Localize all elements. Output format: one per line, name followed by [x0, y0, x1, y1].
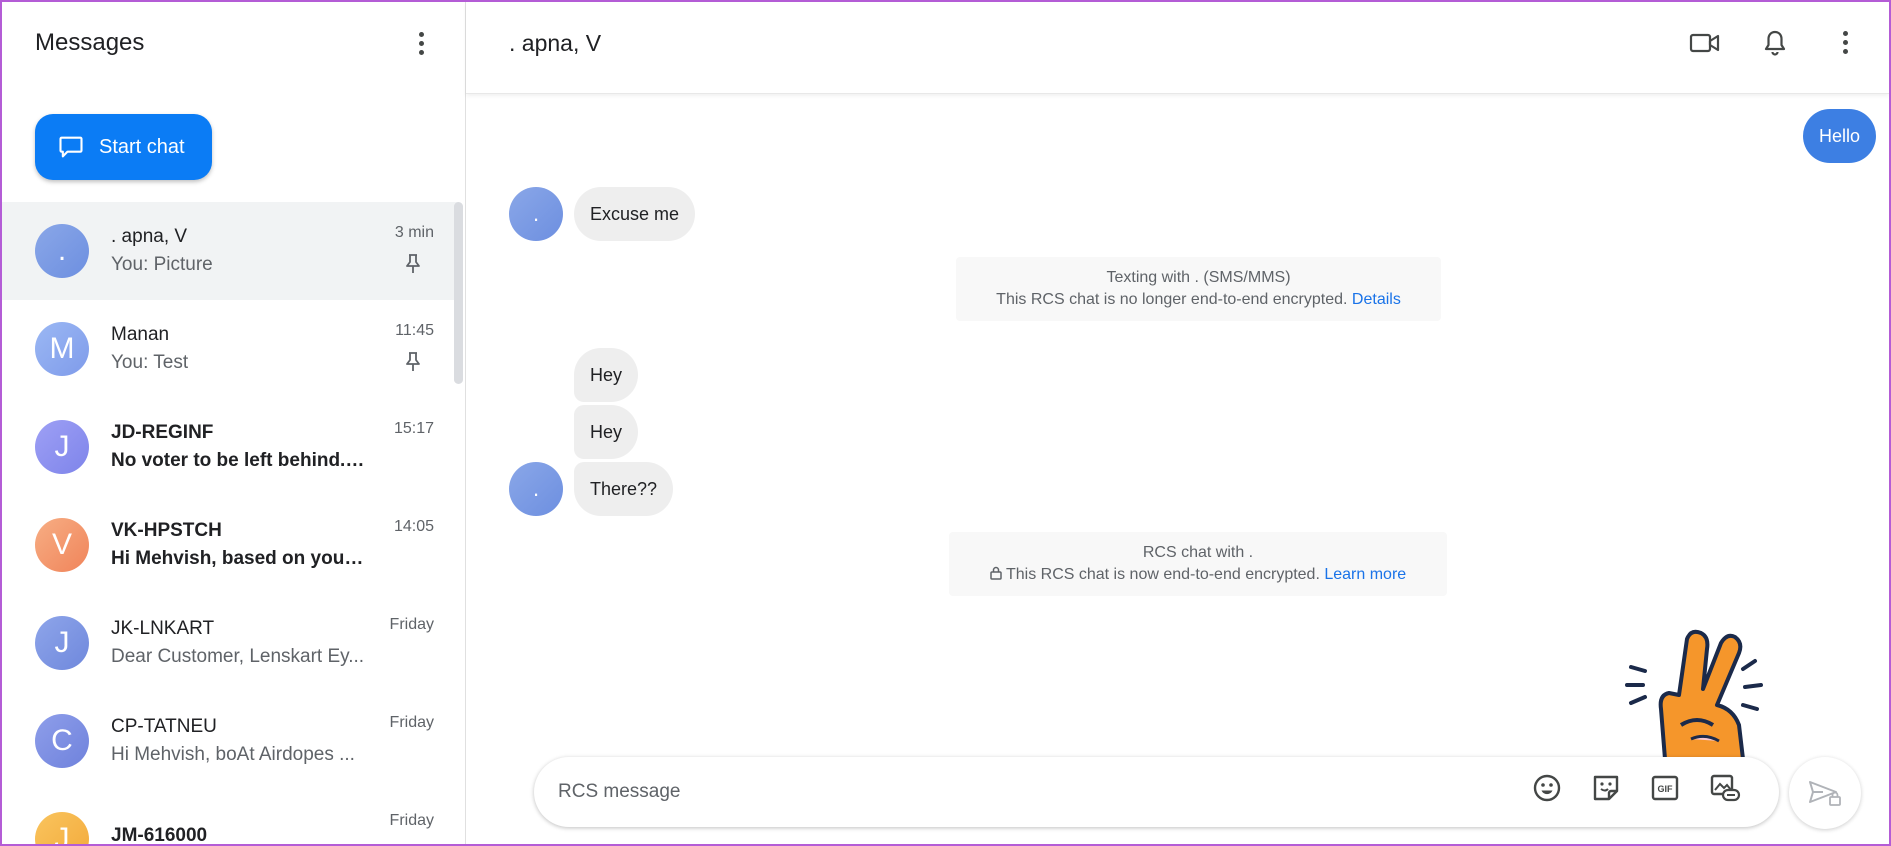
- avatar: V: [35, 518, 89, 572]
- avatar: J: [35, 616, 89, 670]
- app-title: Messages: [35, 29, 145, 56]
- message-bubble-incoming[interactable]: There??: [574, 462, 674, 516]
- rcs-notice-title: RCS chat with .: [1142, 544, 1254, 561]
- message-composer[interactable]: RCS message GIF: [534, 757, 1779, 827]
- conversation-snippet: No voter to be left behind. I...: [111, 450, 366, 471]
- svg-text:GIF: GIF: [1658, 784, 1674, 794]
- conversation-item-vk-hpstch[interactable]: V VK-HPSTCH Hi Mehvish, based on your ..…: [2, 496, 458, 594]
- fingers-crossed-sticker[interactable]: [1621, 629, 1781, 759]
- conversation-list: . . apna, V You: Picture 3 min M Manan Y…: [2, 202, 458, 844]
- message-bubble-incoming[interactable]: Hey: [574, 405, 639, 459]
- conversation-time: Friday: [389, 812, 434, 829]
- conversation-item-jm-616000[interactable]: J JM-616000 Friday: [2, 790, 458, 844]
- lock-icon: [990, 566, 1002, 580]
- conversation-snippet: You: Test: [111, 352, 189, 373]
- conversation-name: Manan: [111, 324, 170, 345]
- conversation-time: 15:17: [393, 420, 434, 437]
- sticker-button[interactable]: [1591, 773, 1621, 808]
- notifications-button[interactable]: [1757, 25, 1793, 61]
- conversation-item-jk-lnkart[interactable]: J JK-LNKART Dear Customer, Lenskart Ey..…: [2, 594, 458, 692]
- sidebar-header: Messages: [2, 2, 465, 100]
- start-chat-label: Start chat: [99, 135, 185, 158]
- notifications-icon: [1764, 30, 1786, 56]
- conversation-name: JK-LNKART: [111, 618, 215, 639]
- sender-avatar[interactable]: .: [509, 187, 563, 241]
- conversation-item-jd-reginf[interactable]: J JD-REGINF No voter to be left behind. …: [2, 398, 458, 496]
- conversation-item-manan[interactable]: M Manan You: Test 11:45: [2, 300, 458, 398]
- conversation-pane: RCS chat with . This RCS chat is now end…: [466, 2, 1889, 844]
- sticker-icon: [1593, 775, 1619, 801]
- learn-more-link[interactable]: Learn more: [1324, 566, 1406, 583]
- attach-image-button[interactable]: [1709, 773, 1741, 808]
- emoji-icon: [1533, 774, 1561, 802]
- video-call-button[interactable]: [1687, 25, 1723, 61]
- message-input[interactable]: RCS message: [558, 781, 681, 803]
- sms-notice: Texting with . (SMS/MMS) This RCS chat i…: [956, 257, 1441, 321]
- conversation-name: . apna, V: [111, 226, 188, 247]
- emoji-button[interactable]: [1532, 773, 1562, 808]
- conversation-name: JD-REGINF: [111, 422, 214, 443]
- avatar: .: [35, 224, 89, 278]
- sender-avatar[interactable]: .: [509, 462, 563, 516]
- conversation-item-cp-tatneu[interactable]: C CP-TATNEU Hi Mehvish, boAt Airdopes ..…: [2, 692, 458, 790]
- more-options-button[interactable]: [403, 25, 439, 61]
- conversation-snippet: Hi Mehvish, based on your ...: [111, 548, 366, 569]
- avatar: M: [35, 322, 89, 376]
- message-bubble-incoming[interactable]: Hey: [574, 348, 639, 402]
- sms-notice-text: This RCS chat is no longer end-to-end en…: [996, 291, 1348, 308]
- conversation-snippet: Hi Mehvish, boAt Airdopes ...: [111, 744, 355, 765]
- conversation-time: 3 min: [394, 224, 434, 241]
- send-locked-icon: [1809, 781, 1841, 806]
- sidebar-scrollbar[interactable]: [454, 202, 463, 384]
- conversation-name: VK-HPSTCH: [111, 520, 222, 541]
- conversation-title: . apna, V: [509, 30, 602, 56]
- chat-bubble-icon: [59, 136, 83, 158]
- sidebar: Messages Start chat . . apna, V You: Pic…: [2, 2, 466, 844]
- avatar: J: [35, 420, 89, 474]
- start-chat-button[interactable]: Start chat: [35, 114, 212, 180]
- more-vert-icon: [418, 31, 424, 55]
- conversation-name: JM-616000: [111, 825, 208, 844]
- gif-button[interactable]: GIF: [1650, 773, 1680, 808]
- conversation-menu-button[interactable]: [1827, 25, 1863, 61]
- conversation-snippet: Dear Customer, Lenskart Ey...: [111, 646, 365, 667]
- conversation-snippet: You: Picture: [111, 254, 213, 275]
- message-bubble-incoming[interactable]: Excuse me: [574, 187, 696, 241]
- video-call-icon: [1689, 33, 1720, 52]
- message-bubble-outgoing[interactable]: Hello: [1803, 109, 1877, 163]
- avatar: C: [35, 714, 89, 768]
- conversation-item-apna[interactable]: . . apna, V You: Picture 3 min: [2, 202, 458, 300]
- details-link[interactable]: Details: [1352, 291, 1401, 308]
- conversation-header: . apna, V: [466, 2, 1889, 94]
- pin-icon: [406, 352, 420, 371]
- rcs-notice: RCS chat with . This RCS chat is now end…: [949, 532, 1447, 596]
- sms-notice-title: Texting with . (SMS/MMS): [1106, 269, 1291, 286]
- send-button[interactable]: [1789, 757, 1861, 829]
- avatar: J: [35, 812, 89, 844]
- conversation-time: Friday: [389, 714, 434, 731]
- rcs-notice-text: This RCS chat is now end-to-end encrypte…: [1005, 566, 1320, 583]
- conversation-time: 14:05: [393, 518, 434, 535]
- gif-icon: GIF: [1651, 775, 1679, 801]
- more-vert-icon: [1842, 31, 1848, 54]
- conversation-name: CP-TATNEU: [111, 716, 217, 737]
- app-window: Messages Start chat . . apna, V You: Pic…: [0, 0, 1891, 846]
- conversation-time: Friday: [389, 616, 434, 633]
- attach-image-icon: [1710, 774, 1741, 802]
- conversation-time: 11:45: [395, 322, 434, 339]
- pin-icon: [406, 254, 420, 273]
